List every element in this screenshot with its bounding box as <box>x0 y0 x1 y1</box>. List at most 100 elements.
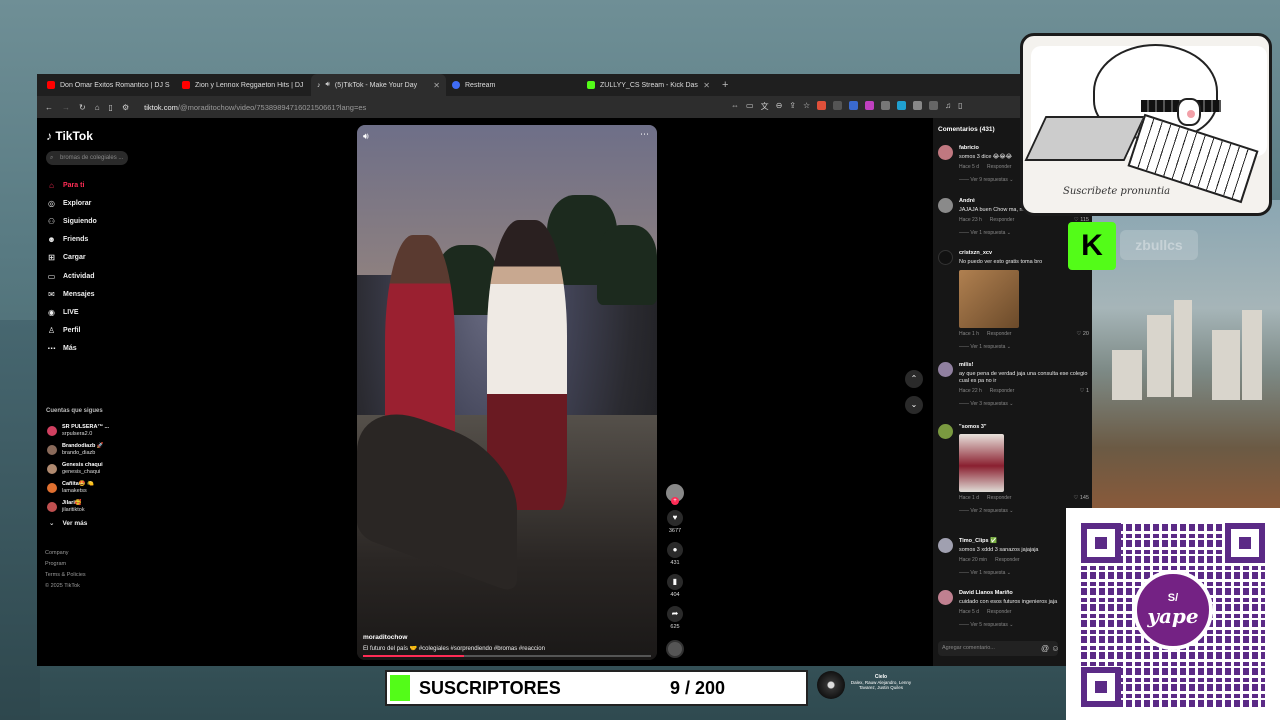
reply-button[interactable]: Responder <box>987 609 1011 615</box>
nav-live[interactable]: ◉ LIVE <box>47 303 97 321</box>
nav-para-ti[interactable]: ⌂ Para ti <box>47 176 97 194</box>
forward-icon[interactable]: → <box>62 103 70 112</box>
tab-don-omar[interactable]: Don Omar Exitos Romantico | DJ San <box>41 74 176 96</box>
reload-icon[interactable]: ↻ <box>79 103 86 112</box>
following-item[interactable]: Cañita🤩 🍋 lamaketss <box>47 478 109 497</box>
following-item[interactable]: Genesis chaqui genesis_chaqui <box>47 459 109 478</box>
avatar <box>47 482 57 493</box>
comment-user[interactable]: "somos 3" <box>959 424 1089 430</box>
nav-perfil[interactable]: ♙ Perfil <box>47 322 97 340</box>
close-tab-icon[interactable]: ✕ <box>703 81 710 90</box>
music-icon[interactable]: ♫ <box>945 101 951 112</box>
sidebar-icon[interactable]: ▯ <box>958 101 962 112</box>
video-progress-bar[interactable] <box>363 655 651 657</box>
video-player[interactable]: 🔊︎ ⋯ moraditochow El futuro del país 🤝 #… <box>357 125 657 660</box>
comment-like-count[interactable]: ♡ 20 <box>1076 331 1089 337</box>
nav-mas[interactable]: ⋯ Más <box>47 340 97 358</box>
emoji-icon[interactable]: ☺ <box>1051 644 1059 653</box>
comment-action[interactable]: ● 431 <box>665 542 685 566</box>
following-icon: ⚇ <box>47 216 56 226</box>
avatar[interactable] <box>938 145 953 160</box>
translate-icon[interactable]: 文 <box>761 101 769 112</box>
avatar[interactable] <box>938 362 953 377</box>
reply-button[interactable]: Responder <box>987 331 1011 337</box>
reply-button[interactable]: Responder <box>987 164 1011 170</box>
following-item[interactable]: Jilari🥰 jilaritiktok <box>47 497 109 516</box>
close-tab-icon[interactable]: ✕ <box>433 81 440 90</box>
share-action[interactable]: ➦ 625 <box>665 606 685 630</box>
see-more-button[interactable]: ⌄ Ver más <box>49 516 109 530</box>
avatar[interactable] <box>938 590 953 605</box>
music-disc-icon[interactable] <box>666 640 684 658</box>
nav-actividad[interactable]: ▭ Actividad <box>47 267 97 285</box>
install-icon[interactable]: ▭ <box>746 101 754 112</box>
author-avatar[interactable]: + <box>666 484 684 505</box>
follow-plus-icon[interactable]: + <box>671 497 679 505</box>
reply-button[interactable]: Responder <box>990 388 1014 394</box>
nav-cargar[interactable]: ⊞ Cargar <box>47 249 97 267</box>
video-progress-fill <box>363 655 464 657</box>
view-replies-button[interactable]: —— Ver 1 respuesta ⌄ <box>959 344 1089 350</box>
footer-terms[interactable]: Terms & Policies <box>45 570 86 581</box>
comment-input[interactable]: Agregar comentario... <box>938 641 1058 656</box>
comment-image-student[interactable] <box>959 434 1004 492</box>
extension-icon[interactable] <box>833 101 843 110</box>
like-action[interactable]: ♥ 3677 <box>665 510 685 534</box>
following-item[interactable]: SR PULSERA™ ... srpulsera2.0 <box>47 421 109 440</box>
kick-channel-name: zbullcs <box>1120 230 1198 260</box>
avatar[interactable] <box>938 198 953 213</box>
extension-icon[interactable] <box>881 101 891 110</box>
cast-icon[interactable]: ⇔ <box>731 101 739 112</box>
comment-like-count[interactable]: ♡ 145 <box>1073 495 1089 501</box>
nav-siguiendo[interactable]: ⚇ Siguiendo <box>47 212 97 230</box>
tiktok-logo[interactable]: ♪ TikTok <box>46 129 93 143</box>
nav-label: Perfil <box>63 327 81 335</box>
more-options-icon[interactable]: ⋯ <box>640 129 649 140</box>
tab-restream[interactable]: Restream <box>446 74 581 96</box>
new-tab-button[interactable]: + <box>716 79 728 91</box>
avatar[interactable] <box>938 538 953 553</box>
zoom-icon[interactable]: ⊖ <box>776 101 783 112</box>
share-icon[interactable]: ⇪ <box>789 101 796 112</box>
extension-icon[interactable] <box>913 101 923 110</box>
extension-icon[interactable] <box>897 101 907 110</box>
back-icon[interactable]: ← <box>45 103 53 112</box>
tab-kick[interactable]: ZULLYY_CS Stream - Kick Dashbo ✕ <box>581 74 716 96</box>
nav-mensajes[interactable]: ✉ Mensajes <box>47 285 97 303</box>
comment-image-lion[interactable] <box>959 270 1019 328</box>
previous-video-chevron-up-icon[interactable]: ⌃ <box>905 370 923 388</box>
footer-company[interactable]: Company <box>45 548 86 559</box>
extension-icon[interactable] <box>865 101 875 110</box>
tab-zion-lennox[interactable]: Zion y Lennox Reggaeton Hits | DJ S <box>176 74 311 96</box>
bookmark-icon[interactable]: ▯ <box>109 103 113 112</box>
site-info-icon[interactable]: ⚙ <box>122 103 129 112</box>
save-action[interactable]: ▮ 404 <box>665 574 685 598</box>
comment-like-count[interactable]: ♡ 1 <box>1079 388 1089 394</box>
audio-icon[interactable]: 🔊︎ <box>326 81 330 89</box>
restream-icon <box>452 81 460 89</box>
reply-button[interactable]: Responder <box>987 495 1011 501</box>
nav-friends[interactable]: ☻ Friends <box>47 231 97 249</box>
comment-icon: ● <box>667 542 683 558</box>
home-icon[interactable]: ⌂ <box>95 103 100 112</box>
video-author[interactable]: moraditochow <box>363 634 407 641</box>
volume-icon[interactable]: 🔊︎ <box>363 131 369 142</box>
star-icon[interactable]: ☆ <box>803 101 810 112</box>
reply-button[interactable]: Responder <box>990 217 1014 223</box>
extension-icon[interactable] <box>929 101 939 110</box>
nav-explorar[interactable]: ◎ Explorar <box>47 194 97 212</box>
footer-program[interactable]: Program <box>45 559 86 570</box>
next-video-chevron-down-icon[interactable]: ⌄ <box>905 396 923 414</box>
avatar[interactable] <box>938 424 953 439</box>
comment-user[interactable]: milis! <box>959 362 1089 368</box>
tab-tiktok[interactable]: ♪ 🔊︎ (5)TikTok - Make Your Day ✕ <box>311 74 446 96</box>
following-item[interactable]: Brandodiazb 🚀 brando_diazb <box>47 440 109 459</box>
brave-shield-icon[interactable] <box>817 101 827 110</box>
extension-icon[interactable] <box>849 101 859 110</box>
mention-icon[interactable]: @ <box>1041 644 1049 653</box>
view-replies-button[interactable]: —— Ver 3 respuestas ⌄ <box>959 401 1089 407</box>
search-input[interactable]: ⌕ bromas de colegiales ... <box>46 151 128 165</box>
reply-button[interactable]: Responder <box>995 557 1019 563</box>
url-field[interactable]: tiktok.com/@moraditochow/video/753898947… <box>144 103 366 112</box>
avatar[interactable] <box>938 250 953 265</box>
